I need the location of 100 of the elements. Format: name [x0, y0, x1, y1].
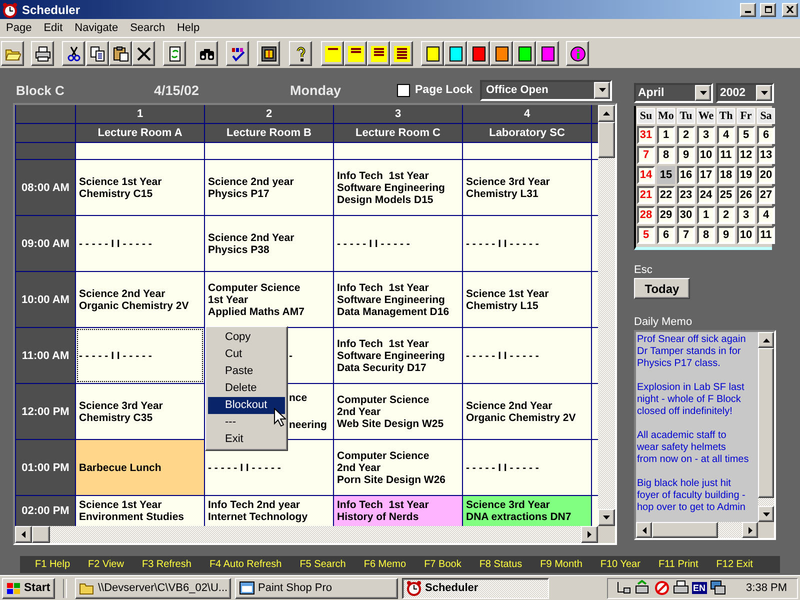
- help-button[interactable]: [289, 41, 312, 66]
- calendar-day[interactable]: 21: [637, 186, 655, 204]
- calendar-day[interactable]: 17: [697, 166, 715, 184]
- open-button[interactable]: [1, 41, 24, 66]
- schedule-cell[interactable]: Science 2nd Year Organic Chemistry 2V: [76, 272, 204, 327]
- scroll-right-button[interactable]: [742, 522, 758, 538]
- schedule-cell[interactable]: Science 2nd Year Organic Chemistry 2V: [463, 384, 591, 439]
- schedule-cell[interactable]: - - - - - I I - - - - -: [334, 216, 462, 271]
- function-key-hint[interactable]: F1 Help: [35, 559, 70, 570]
- calendar-day[interactable]: 5: [637, 226, 655, 244]
- scroll-thumb[interactable]: [32, 526, 50, 543]
- calendar-day[interactable]: 14: [637, 166, 655, 184]
- calendar-day[interactable]: 7: [637, 146, 655, 164]
- menu-item[interactable]: Page: [0, 22, 38, 34]
- menu-item[interactable]: Search: [124, 22, 171, 34]
- schedule-cell[interactable]: Science 3rd Year Chemistry C35: [76, 384, 204, 439]
- calendar-day[interactable]: 22: [657, 186, 675, 204]
- find-button[interactable]: [195, 41, 218, 66]
- copy-button[interactable]: [86, 41, 109, 66]
- calendar-day[interactable]: 1: [697, 206, 715, 224]
- calendar-day[interactable]: 12: [737, 146, 755, 164]
- year-dropdown[interactable]: 2002: [716, 83, 774, 103]
- calendar-day[interactable]: 16: [677, 166, 695, 184]
- schedule-cell[interactable]: - - - - - I I - - - - -: [76, 216, 204, 271]
- scroll-left-button[interactable]: [15, 526, 32, 543]
- month-dropdown[interactable]: April: [634, 83, 713, 103]
- calendar-day[interactable]: 25: [717, 186, 735, 204]
- color-button[interactable]: [467, 41, 490, 66]
- schedule-cell[interactable]: Science 3rd Year Chemistry L31: [463, 160, 591, 215]
- function-key-hint[interactable]: F5 Search: [300, 559, 346, 570]
- calendar-day[interactable]: 2: [717, 206, 735, 224]
- context-menu-item[interactable]: Cut: [208, 346, 285, 363]
- calendar-day[interactable]: 9: [677, 146, 695, 164]
- print-button[interactable]: [31, 41, 54, 66]
- schedule-cell[interactable]: Info Tech 1st Year Software Engineering Data Security D17: [334, 328, 462, 383]
- taskbar-button[interactable]: \\Devserver\C\VB6_02\U...: [75, 578, 231, 598]
- paste-button[interactable]: [109, 41, 132, 66]
- schedule-cell[interactable]: - - - - - I I - - - - -: [463, 440, 591, 495]
- cut-button[interactable]: [62, 41, 85, 66]
- schedule-cell[interactable]: Computer Science 2nd Year Porn Site Design W26: [334, 440, 462, 495]
- taskbar-button[interactable]: Scheduler: [402, 578, 549, 598]
- vertical-scrollbar[interactable]: [598, 105, 615, 526]
- color-button[interactable]: [536, 41, 559, 66]
- scroll-thumb[interactable]: [598, 122, 615, 158]
- calendar-day[interactable]: 3: [737, 206, 755, 224]
- schedule-cell[interactable]: Computer Science 1st Year Applied Maths AM7: [205, 272, 333, 327]
- function-key-hint[interactable]: F12 Exit: [716, 559, 753, 570]
- calendar-day[interactable]: 11: [757, 226, 775, 244]
- schedule-cell[interactable]: - - - - - I I - - - - -: [76, 328, 204, 383]
- taskbar-button[interactable]: Paint Shop Pro: [235, 578, 398, 598]
- line-style-button[interactable]: [344, 41, 367, 66]
- calendar-day[interactable]: 8: [657, 146, 675, 164]
- calendar-day[interactable]: 27: [757, 186, 775, 204]
- calendar-day[interactable]: 5: [737, 126, 755, 144]
- scroll-up-button[interactable]: [598, 105, 615, 122]
- calendar-day[interactable]: 6: [757, 126, 775, 144]
- delete-button[interactable]: [132, 41, 155, 66]
- calendar-day[interactable]: 31: [637, 126, 655, 144]
- refresh-button[interactable]: [163, 41, 186, 66]
- function-key-hint[interactable]: F6 Memo: [364, 559, 406, 570]
- calendar-day[interactable]: 1: [657, 126, 675, 144]
- schedule-cell[interactable]: Info Tech 1st Year Software Engineering Data Management D16: [334, 272, 462, 327]
- schedule-cell[interactable]: Info Tech 2nd year Internet Technology: [205, 496, 333, 526]
- calendar-day[interactable]: 3: [697, 126, 715, 144]
- menu-item[interactable]: Navigate: [68, 22, 124, 34]
- calendar-day[interactable]: 6: [657, 226, 675, 244]
- schedule-cell[interactable]: Info Tech 1st Year Software Engineering Design Models D15: [334, 160, 462, 215]
- start-button[interactable]: Start: [2, 578, 55, 598]
- horizontal-scrollbar[interactable]: [15, 526, 598, 543]
- calendar-day[interactable]: 4: [717, 126, 735, 144]
- color-button[interactable]: [421, 41, 444, 66]
- schedule-cell[interactable]: Science 1st Year Chemistry C15: [76, 160, 204, 215]
- schedule-cell[interactable]: Computer Science 2nd Year Web Site Design W25: [334, 384, 462, 439]
- calendar-day[interactable]: 23: [677, 186, 695, 204]
- today-button[interactable]: Today: [634, 278, 690, 299]
- schedule-cell[interactable]: Barbecue Lunch: [76, 440, 204, 495]
- calendar-day[interactable]: 13: [757, 146, 775, 164]
- context-menu-item[interactable]: Delete: [208, 380, 285, 397]
- schedule-cell[interactable]: Science 2nd year Physics P17: [205, 160, 333, 215]
- function-key-hint[interactable]: F10 Year: [600, 559, 640, 570]
- calendar-day[interactable]: 30: [677, 206, 695, 224]
- calendar-day[interactable]: 24: [697, 186, 715, 204]
- calendar-day[interactable]: 8: [697, 226, 715, 244]
- menu-item[interactable]: Edit: [38, 22, 69, 34]
- schedule-cell[interactable]: Science 1st Year Chemistry L15: [463, 272, 591, 327]
- page-lock-checkbox[interactable]: [397, 84, 410, 96]
- horizontal-scrollbar[interactable]: [636, 522, 758, 538]
- color-button[interactable]: [444, 41, 467, 66]
- scroll-thumb[interactable]: [758, 348, 774, 498]
- calendar-day[interactable]: 11: [717, 146, 735, 164]
- calendar-day[interactable]: 28: [637, 206, 655, 224]
- frame-button[interactable]: [257, 41, 280, 66]
- schedule-cell[interactable]: Science 1st Year Environment Studies: [76, 496, 204, 526]
- context-menu-item[interactable]: Blockout: [208, 397, 285, 414]
- scroll-down-button[interactable]: [758, 506, 774, 522]
- function-key-hint[interactable]: F8 Status: [479, 559, 522, 570]
- calendar-day[interactable]: 18: [717, 166, 735, 184]
- scroll-thumb[interactable]: [652, 522, 718, 538]
- scroll-right-button[interactable]: [581, 526, 598, 543]
- minimize-button[interactable]: [740, 2, 756, 16]
